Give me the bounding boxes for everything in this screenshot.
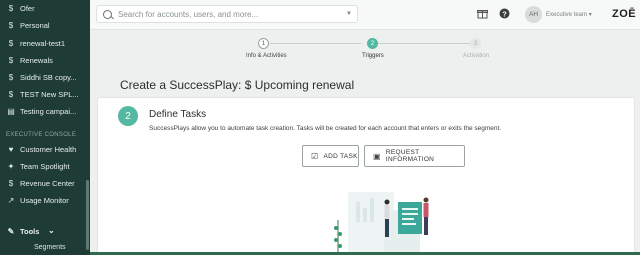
trend-icon: ↗ xyxy=(7,196,15,205)
step-connector xyxy=(270,43,361,44)
chevron-down-icon: ⌄ xyxy=(48,226,55,235)
search-placeholder: Search for accounts, users, and more... xyxy=(118,9,259,19)
chevron-down-icon[interactable]: ▼ xyxy=(346,11,352,17)
sidebar-item-label: Renewals xyxy=(20,56,53,65)
sidebar-item-label: Team Spotlight xyxy=(20,162,70,171)
calendar-icon: ▤ xyxy=(7,107,15,116)
request-information-button[interactable]: ▣ REQUEST INFORMATION xyxy=(364,145,465,167)
dollar-icon: $ xyxy=(8,4,14,13)
avatar[interactable]: AH xyxy=(525,6,542,23)
dollar-icon: $ xyxy=(8,90,14,99)
logo: ZOĒ xyxy=(612,8,637,20)
define-tasks-card: 2 Define Tasks SuccessPlays allow you to… xyxy=(97,97,635,255)
sidebar-item-label: Revenue Center xyxy=(20,179,75,188)
document-icon: ▣ xyxy=(373,151,381,161)
sidebar-item-label: Usage Monitor xyxy=(20,196,69,205)
sidebar-item-personal[interactable]: $ Personal xyxy=(0,17,90,34)
sidebar: $ Ofer $ Personal $ renewal-test1 $ Rene… xyxy=(0,0,90,255)
search-input[interactable]: Search for accounts, users, and more... … xyxy=(96,5,358,23)
step-connector xyxy=(378,43,470,44)
card-title: Define Tasks xyxy=(149,109,207,120)
revenue-icon: $ xyxy=(8,179,14,188)
chevron-down-icon: ▾ xyxy=(588,12,592,18)
gift-icon[interactable] xyxy=(477,8,488,22)
step-number-badge: 2 xyxy=(118,106,138,126)
sidebar-item-label: Tools xyxy=(20,227,40,236)
sidebar-item-test-new-spl[interactable]: $ TEST New SPL... xyxy=(0,86,90,103)
step-1-indicator[interactable]: 1 xyxy=(258,38,269,49)
sidebar-item-label: TEST New SPL... xyxy=(20,90,79,99)
step-1-label[interactable]: Info & Activities xyxy=(246,53,287,59)
step-3-indicator[interactable]: 3 xyxy=(470,38,481,49)
checkbox-icon: ☑ xyxy=(311,151,319,161)
sidebar-item-label: Testing campai... xyxy=(20,107,77,116)
sidebar-item-revenue-center[interactable]: $ Revenue Center xyxy=(0,175,90,192)
add-task-button[interactable]: ☑ ADD TASK xyxy=(302,145,359,167)
card-description: SuccessPlays allow you to automate task … xyxy=(149,125,502,132)
heart-icon: ♥ xyxy=(8,145,14,154)
sidebar-item-team-spotlight[interactable]: ✦ Team Spotlight xyxy=(0,158,90,175)
team-label: Executive team xyxy=(546,12,588,18)
step-3-label[interactable]: Activation xyxy=(463,53,489,59)
sidebar-item-customer-health[interactable]: ♥ Customer Health xyxy=(0,141,90,158)
spotlight-icon: ✦ xyxy=(7,162,15,171)
sidebar-item-label: Personal xyxy=(20,21,50,30)
svg-text:?: ? xyxy=(502,9,507,18)
sidebar-scrollbar[interactable] xyxy=(86,180,89,250)
sidebar-item-label: Siddhi SB copy... xyxy=(20,73,77,82)
step-2-label[interactable]: Triggers xyxy=(362,53,384,59)
sidebar-item-ofer[interactable]: $ Ofer xyxy=(0,0,90,17)
sidebar-item-tools[interactable]: ✎ Tools ⌄ xyxy=(0,223,90,240)
tasks-illustration xyxy=(334,192,429,254)
step-2-indicator[interactable]: 2 xyxy=(367,38,378,49)
dollar-icon: $ xyxy=(8,21,14,30)
request-information-label: REQUEST INFORMATION xyxy=(385,149,435,163)
sidebar-item-segments[interactable]: Segments xyxy=(34,244,66,251)
dollar-icon: $ xyxy=(8,73,14,82)
sidebar-item-renewal-test1[interactable]: $ renewal-test1 xyxy=(0,35,90,52)
top-bar: Search for accounts, users, and more... … xyxy=(90,0,640,30)
sidebar-item-usage-monitor[interactable]: ↗ Usage Monitor xyxy=(0,192,90,209)
sidebar-item-label: Ofer xyxy=(20,4,35,13)
sidebar-item-siddhi-sb-copy[interactable]: $ Siddhi SB copy... xyxy=(0,69,90,86)
stepper: 1 Info & Activities 2 Triggers 3 Activat… xyxy=(90,30,640,66)
wrench-icon: ✎ xyxy=(7,227,15,236)
sidebar-item-renewals[interactable]: $ Renewals xyxy=(0,52,90,69)
page-title: Create a SuccessPlay: $ Upcoming renewal xyxy=(120,78,355,92)
sidebar-item-label: renewal-test1 xyxy=(20,39,66,48)
sidebar-section-title: EXECUTIVE CONSOLE xyxy=(6,132,77,138)
sidebar-item-label: Customer Health xyxy=(20,145,77,154)
dollar-icon: $ xyxy=(8,39,14,48)
help-icon[interactable]: ? xyxy=(499,8,510,22)
sidebar-item-testing-campaign[interactable]: ▤ Testing campai... xyxy=(0,103,90,120)
search-icon xyxy=(103,9,112,19)
dollar-icon: $ xyxy=(8,56,14,65)
add-task-label: ADD TASK xyxy=(323,152,358,160)
team-selector[interactable]: Executive team ▾ xyxy=(546,11,592,18)
